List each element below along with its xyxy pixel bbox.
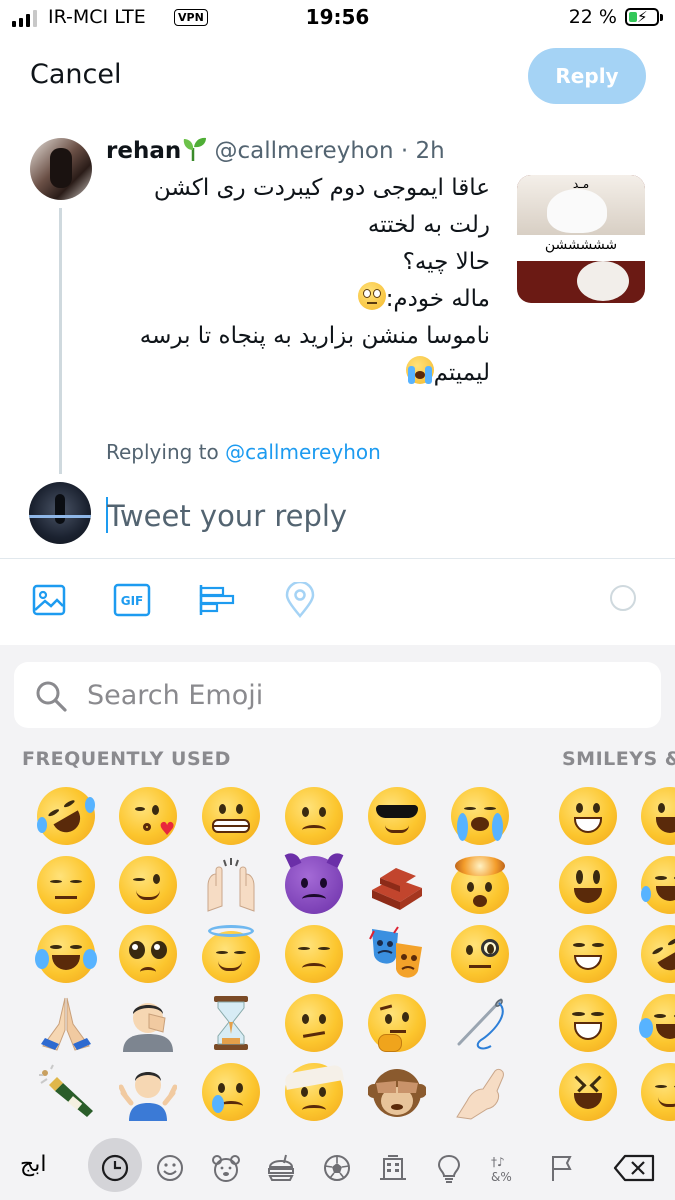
shrugging-emoji[interactable] <box>118 1063 178 1121</box>
image-icon[interactable] <box>29 580 69 620</box>
disappointed-emoji[interactable] <box>285 925 343 983</box>
smiley-emoji[interactable] <box>559 856 617 914</box>
raised-hands-emoji[interactable] <box>202 856 260 914</box>
status-bar: IR-MCI LTE VPN 19:56 22 % ⚡ <box>0 0 675 40</box>
tweet-text: عاقا ایموجی دوم کیبردت ری اکشن رلت به لخ… <box>100 170 490 392</box>
loudly-crying-emoji-key[interactable] <box>451 787 509 845</box>
gif-icon[interactable]: GIF <box>112 580 152 620</box>
cancel-button[interactable]: Cancel <box>30 59 121 90</box>
eye-roll-emoji <box>357 282 386 310</box>
svg-text:&%: &% <box>491 1170 512 1183</box>
section-smileys: SMILEYS & <box>562 748 675 770</box>
animals-icon[interactable] <box>206 1148 246 1188</box>
grimacing-emoji[interactable] <box>202 787 260 845</box>
svg-text:†♪: †♪ <box>491 1155 505 1169</box>
author-avatar[interactable] <box>30 138 92 200</box>
tweet-line: ناموسا منشن بزارید به پنجاه تا برسه <box>139 323 490 349</box>
character-count-icon <box>610 585 636 611</box>
replying-to: Replying to @callmereyhon <box>106 440 381 464</box>
thinking-emoji[interactable] <box>368 994 426 1052</box>
battery-icon: ⚡ <box>625 8 659 26</box>
seedling-icon <box>183 137 207 161</box>
tweet-line-text: لیمیتم <box>433 360 490 386</box>
search-icon <box>36 681 67 712</box>
tweet-line: لیمیتم <box>100 355 490 392</box>
grin-sweat-emoji[interactable] <box>641 856 675 914</box>
travel-icon[interactable] <box>373 1148 413 1188</box>
tears-of-joy-emoji[interactable] <box>35 925 97 983</box>
food-icon[interactable] <box>261 1148 301 1188</box>
bottle-popping-emoji[interactable] <box>37 1063 95 1121</box>
sunglasses-emoji[interactable] <box>368 787 426 845</box>
location-icon[interactable] <box>280 580 320 620</box>
symbols-icon[interactable]: †♪ &% <box>485 1148 525 1188</box>
confused-emoji[interactable] <box>285 994 343 1052</box>
abc-keyboard-button[interactable]: ابج <box>20 1152 46 1177</box>
reply-button[interactable]: Reply <box>528 48 646 104</box>
user-avatar[interactable] <box>29 482 91 544</box>
tweet-header: rehan @callmereyhon · 2h <box>106 136 445 164</box>
pinched-fingers-emoji[interactable] <box>451 1063 509 1121</box>
tweet-line: ماله خودم: <box>100 281 490 318</box>
media-caption: شششششن <box>544 237 618 253</box>
activity-icon[interactable] <box>317 1148 357 1188</box>
halo-emoji[interactable] <box>202 925 260 983</box>
thread-line <box>59 208 62 474</box>
angry-devil-emoji[interactable] <box>284 850 344 914</box>
sewing-needle-emoji[interactable] <box>451 994 509 1052</box>
see-no-evil-monkey-emoji[interactable] <box>367 1063 427 1121</box>
flags-icon[interactable] <box>541 1148 581 1188</box>
battery-cap <box>660 14 663 21</box>
grinning-emoji[interactable] <box>559 787 617 845</box>
beaming-emoji[interactable] <box>559 925 617 983</box>
poll-icon[interactable] <box>197 580 237 620</box>
bricks-emoji[interactable] <box>368 856 426 914</box>
delete-icon[interactable] <box>612 1148 658 1188</box>
grinning-big-emoji[interactable] <box>641 787 675 845</box>
loudly-crying-emoji <box>405 356 434 384</box>
tweet-media-thumbnail[interactable]: مـد شششششن <box>517 175 645 303</box>
relieved-emoji[interactable] <box>641 1063 675 1121</box>
replying-prefix: Replying to <box>106 440 219 464</box>
rolling-on-floor-laughing-emoji-2[interactable] <box>630 914 675 994</box>
author-name[interactable]: rehan <box>106 138 181 164</box>
crying-emoji[interactable] <box>202 1063 260 1121</box>
kissing-heart-emoji[interactable]: ♥ <box>119 787 177 845</box>
pensive-emoji[interactable] <box>37 856 95 914</box>
objects-icon[interactable] <box>429 1148 469 1188</box>
performing-arts-emoji[interactable] <box>368 925 426 983</box>
replying-handle-link[interactable]: @callmereyhon <box>225 440 381 464</box>
tears-of-joy-emoji-2[interactable] <box>639 994 675 1052</box>
battery-percentage: 22 % <box>568 6 617 28</box>
tweet-line: رلت به لختته <box>367 212 490 238</box>
smileys-icon[interactable] <box>150 1148 190 1188</box>
laughing-emoji[interactable] <box>559 1063 617 1121</box>
svg-text:GIF: GIF <box>121 594 144 608</box>
pleading-emoji[interactable] <box>119 925 177 983</box>
reply-text-field[interactable] <box>107 496 607 536</box>
bandage-head-emoji[interactable] <box>284 1063 344 1121</box>
hourglass-emoji[interactable] <box>202 994 260 1052</box>
tweet-line-text: ماله خودم: <box>385 286 490 312</box>
tweet-time: · 2h <box>400 138 445 164</box>
recents-clock-icon[interactable] <box>95 1148 135 1188</box>
tweet-line: حالا چیه؟ <box>402 249 490 275</box>
emoji-search-input[interactable] <box>87 674 637 716</box>
winking-emoji[interactable] <box>119 856 177 914</box>
folded-hands-emoji[interactable] <box>37 994 95 1052</box>
facepalm-emoji[interactable] <box>119 994 177 1052</box>
worried-emoji[interactable] <box>285 787 343 845</box>
monocle-emoji[interactable] <box>451 925 509 983</box>
divider <box>0 558 675 559</box>
author-handle[interactable]: @callmereyhon <box>215 138 394 164</box>
section-frequently-used: FREQUENTLY USED <box>22 748 231 770</box>
rolling-on-floor-laughing-emoji[interactable] <box>26 776 106 856</box>
grinning-squint-emoji[interactable] <box>559 994 617 1052</box>
tweet-line: عاقا ایموجی دوم کیبردت ری اکشن <box>153 175 490 201</box>
exploding-head-emoji[interactable] <box>451 856 509 914</box>
